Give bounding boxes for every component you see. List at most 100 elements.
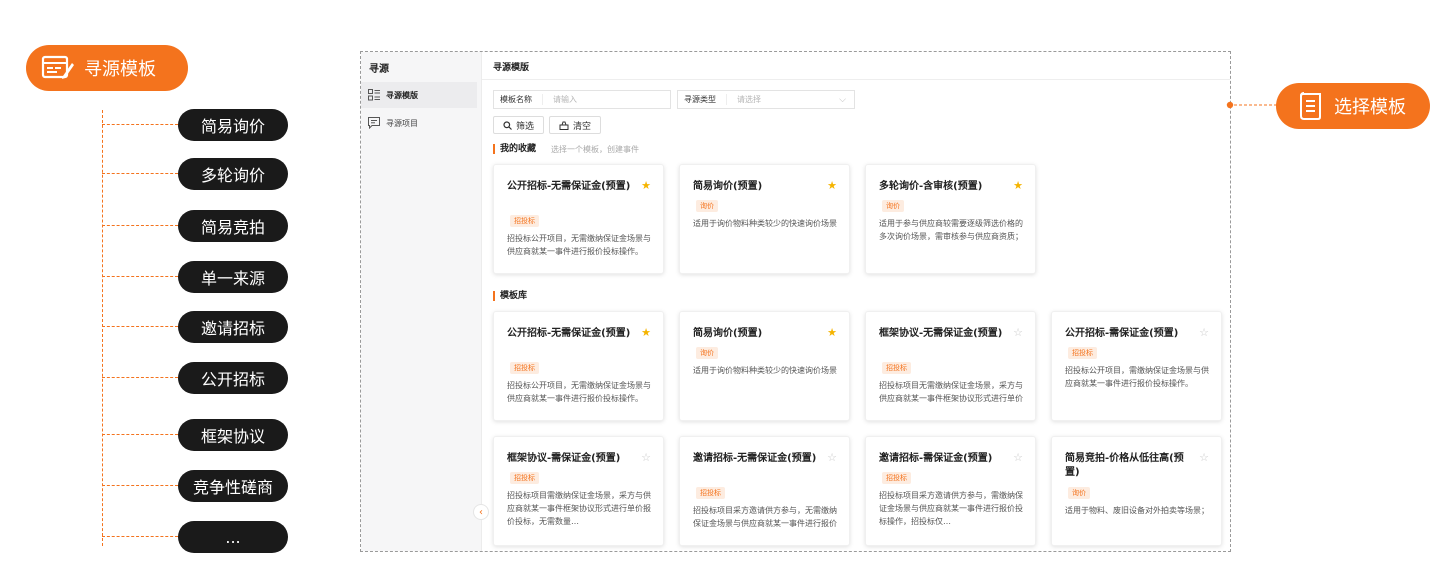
sidebar-title: 寻源 — [369, 64, 389, 75]
card-tag: 招投标 — [510, 362, 539, 374]
template-card[interactable]: 框架协议-需保证金(预置) ☆ 招投标招投标项目需缴纳保证金场景，采方与供应商就某一… — [493, 436, 664, 546]
broom-icon — [559, 121, 569, 130]
star-outline-icon[interactable]: ☆ — [1199, 452, 1209, 464]
card-title: 框架协议-需保证金(预置) — [507, 453, 621, 464]
card-title: 公开招标-无需保证金(预置) — [507, 328, 631, 339]
filter-button[interactable]: 筛选 — [493, 116, 544, 134]
tree-node: 多轮询价 — [178, 158, 288, 190]
card-description: 适用于询价物料种类较少的快速询价场景 — [693, 366, 837, 375]
card-description: 招投标项目采方邀请供方参与，需缴纳保证金场景与供应商就某一事件进行报价投标操作，… — [879, 491, 1023, 526]
tree-node: 简易竞拍 — [178, 210, 288, 242]
card-tag: 招投标 — [882, 362, 911, 374]
card-description: 招投标公开项目，无需缴纳保证金场景与供应商就某一事件进行报价投标操作。 — [507, 234, 651, 256]
card-tag: 招投标 — [510, 472, 539, 484]
star-filled-icon[interactable]: ★ — [827, 180, 837, 192]
template-name-input[interactable]: 请输入 — [543, 94, 670, 105]
card-description: 招投标项目无需缴纳保证金场景，采方与供应商就某一事件框架协议形式进行单价报价投标… — [879, 381, 1023, 403]
template-card[interactable]: 简易询价(预置) ★ 询价 适用于询价物料种类较少的快速询价场景 — [679, 164, 850, 274]
callout-connector — [1226, 101, 1279, 109]
star-outline-icon[interactable]: ☆ — [1013, 327, 1023, 339]
template-callout-label: 寻源模板 — [84, 59, 156, 80]
tree-branch — [102, 377, 178, 378]
scroll-document-icon — [1296, 90, 1326, 122]
favorites-heading: 我的收藏 — [493, 144, 536, 154]
tree-node: 简易询价 — [178, 109, 288, 141]
source-type-select[interactable]: 寻源类型 请选择 ⌵ — [677, 90, 855, 109]
template-name-label: 模板名称 — [494, 94, 543, 105]
card-title: 框架协议-无需保证金(预置) — [879, 328, 1003, 339]
template-card[interactable]: 公开招标-无需保证金(预置) ★ 招投标招投标公开项目，无需缴纳保证金场景与供应商就… — [493, 311, 664, 421]
library-heading: 模板库 — [493, 291, 527, 301]
diagram-stage: 寻源模板 简易询价 多轮询价 简易竞拍 单一来源 邀请招标 公开招标 框架协议 竞争性磋商..… — [0, 0, 1440, 581]
star-filled-icon[interactable]: ★ — [641, 327, 651, 339]
template-card[interactable]: 邀请招标-无需保证金(预置) ☆ 招投标 招投标项目采方邀请供方参与，无需缴纳保证金场… — [679, 436, 850, 546]
card-title: 多轮询价-含审核(预置) — [879, 181, 983, 192]
sidebar-item-templates[interactable]: 寻源模版 — [361, 82, 477, 108]
sidebar-item-label: 寻源项目 — [386, 118, 418, 128]
sidebar: 寻源 寻源模版 寻源项目 ‹ — [361, 52, 489, 551]
card-title: 简易竞拍-价格从低往高(预置) — [1065, 453, 1184, 478]
star-filled-icon[interactable]: ★ — [1013, 180, 1023, 192]
card-description: 招投标公开项目，无需缴纳保证金场景与供应商就某一事件进行报价投标操作。 — [507, 381, 651, 403]
template-card[interactable]: 简易竞拍-价格从低往高(预置) ☆ 询价适用于物料、废旧设备对外拍卖等场景； — [1051, 436, 1222, 546]
card-description: 招投标项目需缴纳保证金场景，采方与供应商就某一事件框架协议形式进行单价报价投标，… — [507, 491, 651, 526]
card-description: 适用于物料、废旧设备对外拍卖等场景； — [1065, 506, 1209, 515]
template-card[interactable]: 框架协议-无需保证金(预置) ☆ 招投标招投标项目无需缴纳保证金场景，采方与供应商就… — [865, 311, 1036, 421]
clear-button-label: 清空 — [572, 121, 591, 132]
source-type-label: 寻源类型 — [678, 94, 727, 105]
source-type-value[interactable]: 请选择 — [727, 94, 839, 105]
template-callout: 寻源模板 — [26, 45, 188, 91]
card-title: 邀请招标-无需保证金(预置) — [693, 453, 817, 464]
card-tag: 询价 — [696, 200, 718, 212]
card-tag: 询价 — [696, 347, 718, 359]
clear-button[interactable]: 清空 — [549, 116, 601, 134]
card-tag: 招投标 — [510, 215, 539, 227]
template-card[interactable]: 公开招标-需保证金(预置) ☆ 招投标招投标公开项目，需缴纳保证金场景与供应商就某一… — [1051, 311, 1222, 421]
main-content: 寻源模版 模板名称 请输入 寻源类型 请选择 ⌵ 筛选 清空 我的收藏 选择一个… — [482, 52, 1230, 551]
card-tag: 招投标 — [882, 472, 911, 484]
card-title: 邀请招标-需保证金(预置) — [879, 453, 993, 464]
tree-branch — [102, 326, 178, 327]
template-card[interactable]: 公开招标-无需保证金(预置) ★ 招投标招投标公开项目，无需缴纳保证金场景与供应商就… — [493, 164, 664, 274]
card-tag: 询价 — [1068, 487, 1090, 499]
template-card[interactable]: 多轮询价-含审核(预置) ★ 询价 适用于参与供应商较需要逐级筛选价格的多次询价场景，… — [865, 164, 1036, 274]
tree-node: 公开招标 — [178, 362, 288, 394]
star-outline-icon[interactable]: ☆ — [1013, 452, 1023, 464]
star-outline-icon[interactable]: ☆ — [1199, 327, 1209, 339]
search-icon — [503, 120, 512, 130]
tree-branch — [102, 173, 178, 174]
tree-connector — [102, 110, 103, 546]
card-tag: 招投标 — [1068, 347, 1097, 359]
card-title: 简易询价(预置) — [693, 181, 763, 192]
header-divider — [482, 79, 1230, 80]
tree-branch — [102, 485, 178, 486]
tree-node: 邀请招标 — [178, 311, 288, 343]
select-template-label: 选择模板 — [1334, 97, 1406, 118]
star-outline-icon[interactable]: ☆ — [641, 452, 651, 464]
tree-node: 单一来源 — [178, 261, 288, 293]
card-tag: 招投标 — [696, 487, 725, 499]
card-title: 公开招标-无需保证金(预置) — [507, 181, 631, 192]
page-title: 寻源模版 — [493, 63, 530, 73]
card-title: 公开招标-需保证金(预置) — [1065, 328, 1179, 339]
template-name-field[interactable]: 模板名称 请输入 — [493, 90, 671, 109]
star-filled-icon[interactable]: ★ — [641, 180, 651, 192]
filter-button-label: 筛选 — [515, 121, 534, 132]
star-outline-icon[interactable]: ☆ — [827, 452, 837, 464]
star-filled-icon[interactable]: ★ — [827, 327, 837, 339]
tree-branch — [102, 434, 178, 435]
template-card[interactable]: 邀请招标-需保证金(预置) ☆ 招投标招投标项目采方邀请供方参与，需缴纳保证金场景与… — [865, 436, 1036, 546]
template-card[interactable]: 简易询价(预置) ★ 询价适用于询价物料种类较少的快速询价场景 — [679, 311, 850, 421]
tree-branch — [102, 225, 178, 226]
template-edit-icon — [40, 52, 76, 84]
tree-node: 竞争性磋商 — [178, 470, 288, 502]
message-icon — [368, 117, 380, 129]
tree-branch — [102, 276, 178, 277]
app-window: 寻源 寻源模版 寻源项目 ‹ 寻源模版 模板名称 请输入 寻源类型 请选择 ⌵ … — [360, 51, 1231, 552]
tree-node: 框架协议 — [178, 419, 288, 451]
card-description: 招投标公开项目，需缴纳保证金场景与供应商就某一事件进行报价投标操作。 — [1065, 366, 1209, 388]
sidebar-item-projects[interactable]: 寻源项目 — [361, 110, 477, 136]
card-title: 简易询价(预置) — [693, 328, 763, 339]
tree-branch — [102, 536, 178, 537]
select-template-callout: 选择模板 — [1276, 83, 1430, 129]
